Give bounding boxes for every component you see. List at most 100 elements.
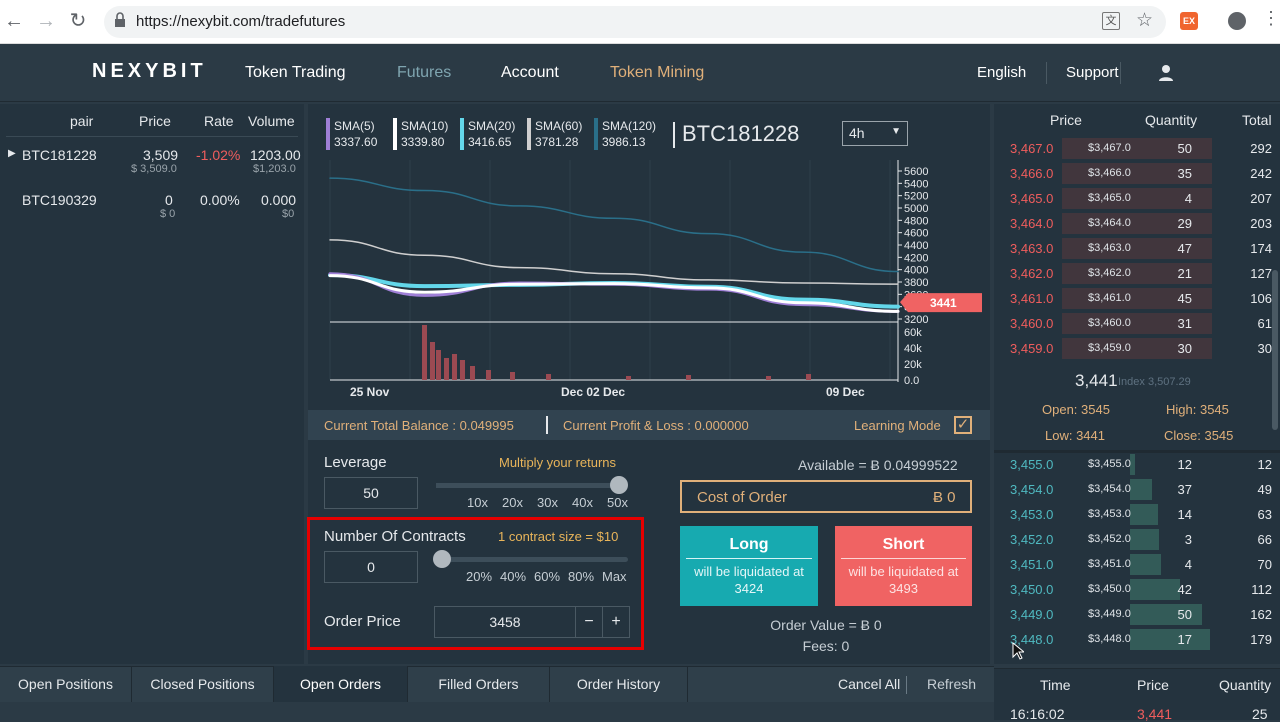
interval-select[interactable]: 4h ▼ xyxy=(842,121,908,146)
bid-row[interactable]: 3,452.0 $3,452.0 3 66 xyxy=(996,527,1272,552)
back-icon[interactable]: ← xyxy=(2,10,26,34)
order-price-input[interactable]: 3458 xyxy=(434,606,576,638)
learning-mode-label: Learning Mode xyxy=(854,418,941,433)
contracts-input[interactable]: 0 xyxy=(324,551,418,583)
leverage-input[interactable]: 50 xyxy=(324,477,418,509)
mouse-cursor-icon xyxy=(1012,642,1024,660)
nav-token-mining[interactable]: Token Mining xyxy=(610,64,704,82)
star-icon[interactable]: ☆ xyxy=(1136,9,1153,32)
user-icon[interactable] xyxy=(1158,64,1174,82)
ask-row[interactable]: 3,465.0 $3,465.0 4 207 xyxy=(996,186,1272,211)
ob-quantity: 30 xyxy=(1177,341,1192,356)
nav-futures[interactable]: Futures xyxy=(397,64,451,82)
support-link[interactable]: Support xyxy=(1066,64,1119,81)
short-liquidation-text: will be liquidated at xyxy=(841,558,966,579)
sma-legend-item: SMA(20) 3416.65 xyxy=(460,118,515,150)
volume-bar xyxy=(460,360,465,380)
low-price: Low: 3441 xyxy=(1045,428,1105,443)
bid-row[interactable]: 3,451.0 $3,451.0 4 70 xyxy=(996,552,1272,577)
ob-price-usd: $3,455.0 xyxy=(1088,458,1131,470)
ob-price: 3,466.0 xyxy=(1010,166,1054,181)
ask-row[interactable]: 3,464.0 $3,464.0 29 203 xyxy=(996,211,1272,236)
tab-filled-orders[interactable]: Filled Orders xyxy=(408,666,550,702)
translate-icon[interactable]: 文 xyxy=(1102,12,1120,30)
ob-quantity: 50 xyxy=(1177,607,1192,622)
mark: 20% xyxy=(466,569,493,584)
x-tick-label: 09 Dec xyxy=(826,385,865,399)
pair-price-usd: $ 0 xyxy=(160,208,176,220)
logo[interactable]: NEXYBIT xyxy=(92,60,207,83)
ob-price: 3,462.0 xyxy=(1010,266,1054,281)
tab-closed-positions[interactable]: Closed Positions xyxy=(132,666,274,702)
tab-order-history[interactable]: Order History xyxy=(550,666,688,702)
ask-row[interactable]: 3,459.0 $3,459.0 30 30 xyxy=(996,336,1272,361)
bid-row[interactable]: 3,454.0 $3,454.0 37 49 xyxy=(996,477,1272,502)
ob-price-usd: $3,459.0 xyxy=(1088,342,1131,354)
nav-account[interactable]: Account xyxy=(501,64,559,82)
ask-row[interactable]: 3,463.0 $3,463.0 47 174 xyxy=(996,236,1272,261)
profile-icon[interactable] xyxy=(1228,12,1246,30)
ob-quantity: 12 xyxy=(1177,457,1192,472)
cancel-all-button[interactable]: Cancel All xyxy=(838,676,900,692)
language-selector[interactable]: English xyxy=(977,64,1026,81)
volume-bar xyxy=(430,342,435,380)
y-tick-label: 5200 xyxy=(904,191,928,203)
ob-price: 3,463.0 xyxy=(1010,241,1054,256)
fees: Fees: 0 xyxy=(802,638,850,654)
learning-mode-checkbox[interactable]: ✓ xyxy=(954,416,972,434)
contracts-slider[interactable] xyxy=(436,557,628,562)
price-decrement-button[interactable]: − xyxy=(575,606,603,638)
tab-open-positions[interactable]: Open Positions xyxy=(0,666,132,702)
short-button[interactable]: Short will be liquidated at 3493 xyxy=(835,526,972,606)
long-title: Long xyxy=(729,536,769,553)
volume-bar xyxy=(444,358,449,380)
ask-row[interactable]: 3,466.0 $3,466.0 35 242 xyxy=(996,161,1272,186)
ob-total: 61 xyxy=(1257,316,1272,331)
price-increment-button[interactable]: + xyxy=(602,606,630,638)
menu-icon[interactable]: ⋮ xyxy=(1262,8,1280,29)
mark: Max xyxy=(602,569,627,584)
pair-price: 0 xyxy=(165,192,173,208)
bid-row[interactable]: 3,449.0 $3,449.0 50 162 xyxy=(996,602,1272,627)
leverage-slider-thumb[interactable] xyxy=(610,476,628,494)
ask-row[interactable]: 3,467.0 $3,467.0 50 292 xyxy=(996,136,1272,161)
cost-label: Cost of Order xyxy=(697,489,788,506)
lock-icon xyxy=(115,12,125,27)
forward-icon[interactable]: → xyxy=(34,10,58,34)
extension-icon[interactable]: EX xyxy=(1180,12,1198,30)
ob-price-usd: $3,465.0 xyxy=(1088,192,1131,204)
nav-token-trading[interactable]: Token Trading xyxy=(245,64,346,82)
ask-row[interactable]: 3,460.0 $3,460.0 31 61 xyxy=(996,311,1272,336)
mark: 80% xyxy=(568,569,595,584)
orderbook-scrollbar[interactable] xyxy=(1272,270,1278,430)
cost-value: Ƀ 0 xyxy=(933,489,956,506)
contracts-slider-thumb[interactable] xyxy=(433,550,451,568)
sma-value: 3781.28 xyxy=(535,135,579,149)
refresh-button[interactable]: Refresh xyxy=(927,676,976,692)
trades-col-price: Price xyxy=(1137,677,1169,693)
long-button[interactable]: Long will be liquidated at 3424 xyxy=(680,526,818,606)
bid-row[interactable]: 3,448.0 $3,448.0 17 179 xyxy=(996,627,1272,652)
bid-row[interactable]: 3,450.0 $3,450.0 42 112 xyxy=(996,577,1272,602)
price-chart[interactable]: 5600540052005000480046004400420040003800… xyxy=(326,160,986,400)
url-text[interactable]: https://nexybit.com/tradefutures xyxy=(136,13,345,30)
volume-tick-label: 40k xyxy=(904,343,922,355)
ask-row[interactable]: 3,462.0 $3,462.0 21 127 xyxy=(996,261,1272,286)
ob-quantity: 50 xyxy=(1177,141,1192,156)
tab-open-orders[interactable]: Open Orders xyxy=(274,666,408,702)
y-tick-label: 3800 xyxy=(904,277,928,289)
mark: 10x xyxy=(467,495,488,510)
reload-icon[interactable]: ↻ xyxy=(66,10,90,34)
pair-volume-usd: $0 xyxy=(282,208,295,220)
ob-price: 3,452.0 xyxy=(1010,532,1054,547)
ob-price-usd: $3,451.0 xyxy=(1088,558,1131,570)
bid-row[interactable]: 3,453.0 $3,453.0 14 63 xyxy=(996,502,1272,527)
ob-price: 3,459.0 xyxy=(1010,341,1054,356)
close-price: Close: 3545 xyxy=(1164,428,1234,443)
mark: 40x xyxy=(572,495,593,510)
ask-row[interactable]: 3,461.0 $3,461.0 45 106 xyxy=(996,286,1272,311)
pair-volume-usd: $1,203.0 xyxy=(253,163,296,175)
available-balance: Available = Ƀ 0.04999522 xyxy=(798,457,958,473)
bid-row[interactable]: 3,455.0 $3,455.0 12 12 xyxy=(996,452,1272,477)
contracts-hint: 1 contract size = $10 xyxy=(498,529,619,544)
